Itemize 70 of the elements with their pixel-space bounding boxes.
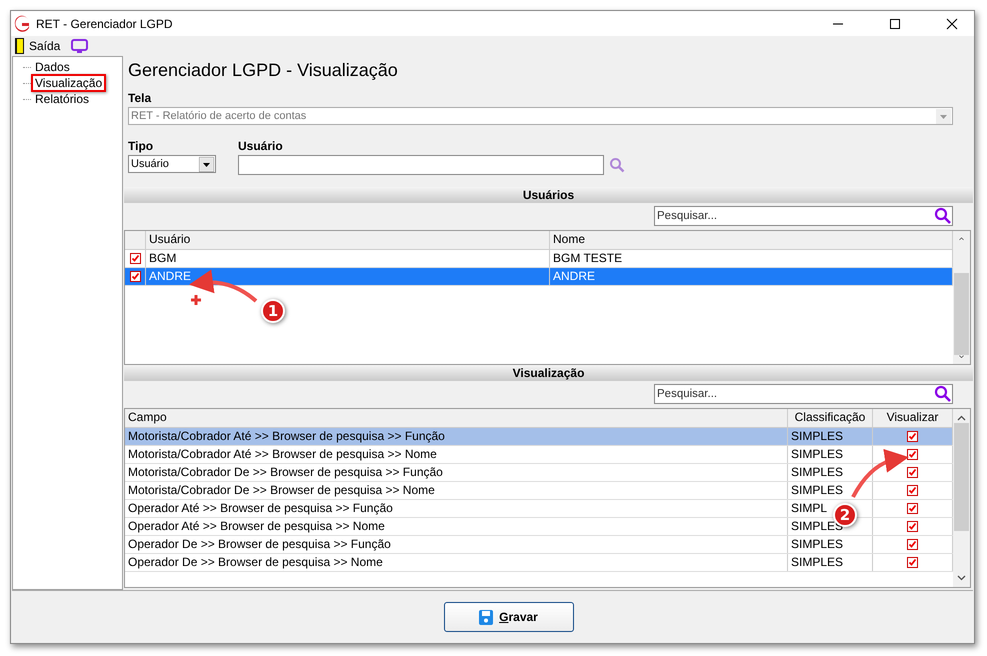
search-field[interactable]: Pesquisar... [654,384,953,404]
tree-item[interactable]: Visualização [31,74,106,92]
user-input[interactable] [238,155,604,175]
table-cell: Motorista/Cobrador De >> Browser de pesquisa >> Nome [125,482,788,499]
door-icon[interactable] [15,38,24,54]
page-title: Gerenciador LGPD - Visualização [128,60,399,81]
table-cell: Operador Até >> Browser de pesquisa >> Nome [125,518,788,535]
scroll-down-icon[interactable] [957,354,966,358]
table-cell: SIMPLES [788,554,873,571]
table-row[interactable]: Motorista/Cobrador Até >> Browser de pesquisa >> Nome SIMPLES [125,446,953,464]
search-icon[interactable] [934,385,952,403]
table-cell: Operador De >> Browser de pesquisa >> Nome [125,554,788,571]
table-cell: SIMPLES [788,446,873,463]
table-cell: BGM [146,250,550,267]
table-cell: Motorista/Cobrador Até >> Browser de pesquisa >> Função [125,428,788,445]
tree-item[interactable]: Dados [31,58,74,76]
checkbox[interactable] [907,485,918,496]
monitor-icon[interactable] [71,38,88,54]
search-field[interactable]: Pesquisar... [654,206,953,226]
table-cell: SIMPLES [788,428,873,445]
scrollbar[interactable] [953,231,970,364]
table-row[interactable]: Motorista/Cobrador De >> Browser de pesquisa >> Função SIMPLES [125,464,953,482]
scroll-down-icon[interactable] [957,575,966,581]
checkbox[interactable] [907,521,918,532]
section-header: Usuários [124,187,973,203]
table-cell: ANDRE [146,268,550,285]
callout-arrow [851,450,909,498]
table-cell: Motorista/Cobrador De >> Browser de pesquisa >> Função [125,464,788,481]
scroll-up-icon[interactable] [957,237,966,240]
checkbox[interactable] [907,539,918,550]
checkbox[interactable] [907,449,918,460]
save-button[interactable]: Gravar [444,602,574,632]
column-header[interactable]: Classificação [788,409,873,427]
search-icon[interactable] [934,207,952,225]
table-row[interactable]: Motorista/Cobrador De >> Browser de pesquisa >> Nome SIMPLES [125,482,953,500]
dropdown-arrow-icon [199,156,214,172]
scrollbar[interactable] [953,409,970,587]
callout-arrow [189,270,258,303]
tree-item[interactable]: Relatórios [31,90,94,108]
table-cell: Motorista/Cobrador Até >> Browser de pesquisa >> Nome [125,446,788,463]
table-cell: SIMPLES [788,482,873,499]
exit-button[interactable]: Saída [29,39,60,53]
table-cell: Operador De >> Browser de pesquisa >> Função [125,536,788,553]
section-header: Visualização [124,365,973,381]
column-header[interactable]: Campo [125,409,788,427]
table-cell: SIMPLES [788,536,873,553]
column-header[interactable]: Usuário [146,231,550,249]
checkbox[interactable] [907,557,918,568]
app-logo-icon [13,14,31,32]
maximize-icon[interactable] [889,18,901,30]
close-icon[interactable] [946,18,958,30]
table-cell: SIMPLES [788,464,873,481]
checkbox[interactable] [130,271,140,282]
table-row[interactable]: Motorista/Cobrador Até >> Browser de pesquisa >> Função SIMPLES [125,428,953,446]
table-row[interactable]: BGM BGM TESTE [125,250,953,268]
field-label: Tipo [128,139,154,153]
table-row[interactable]: Operador De >> Browser de pesquisa >> Nome SIMPLES [125,554,953,572]
table-cell: Operador Até >> Browser de pesquisa >> Função [125,500,788,517]
field-label: Tela [128,91,152,105]
type-dropdown[interactable]: Usuário [128,155,216,173]
table-row[interactable]: ANDRE ANDRE [125,268,953,286]
checkbox[interactable] [907,431,918,442]
cursor-icon [190,294,202,306]
checkbox[interactable] [130,253,140,264]
checkbox[interactable] [907,503,918,514]
field-label: Usuário [238,139,284,153]
window-title: RET - Gerenciador LGPD [36,16,172,30]
table-row[interactable]: Operador De >> Browser de pesquisa >> Função SIMPLES [125,536,953,554]
checkbox[interactable] [907,467,918,478]
scroll-up-icon[interactable] [957,415,966,421]
